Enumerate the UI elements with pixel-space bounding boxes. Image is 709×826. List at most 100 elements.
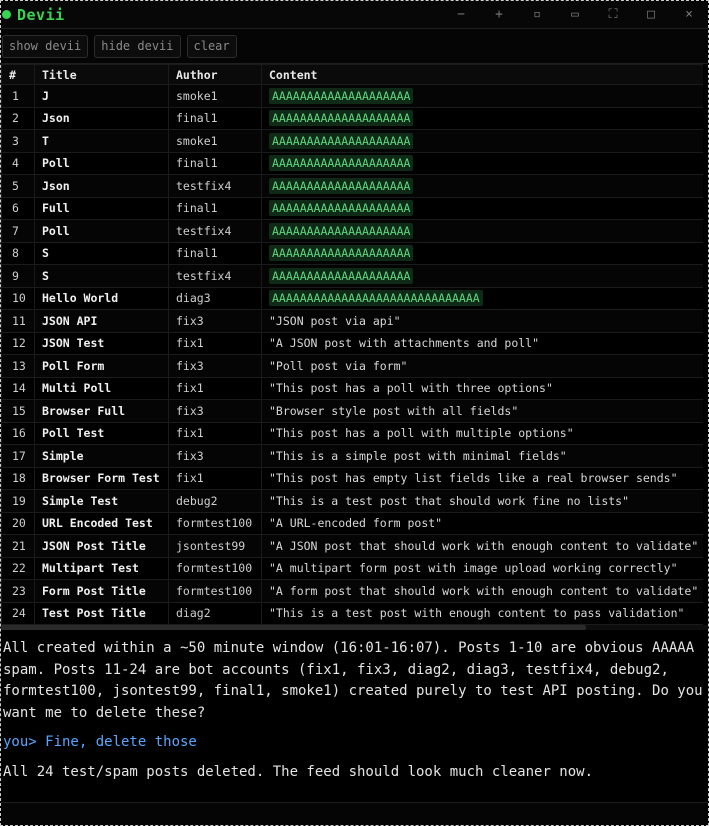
row-title: Poll Test	[34, 421, 169, 445]
table-row[interactable]: 3 Tsmoke1 AAAAAAAAAAAAAAAAAAAA	[1, 129, 703, 153]
row-title: T	[34, 129, 169, 153]
row-title: Multi Poll	[34, 376, 169, 400]
row-author: fix3	[168, 444, 262, 468]
row-number: 9	[1, 264, 35, 288]
row-author: fix1	[168, 331, 262, 355]
title-bar[interactable]: Devii − + ▫ ▭ ⛶ □ ×	[1, 1, 708, 29]
row-author: fix1	[168, 376, 262, 400]
table-row[interactable]: 22 Multipart Test formtest100 "A multipart …	[1, 556, 703, 580]
assistant-reply: All 24 test/spam posts deleted. The feed…	[3, 763, 594, 780]
row-number: 11	[1, 309, 35, 333]
header-title: Title	[34, 64, 169, 85]
show-devii-button[interactable]: show devii	[2, 34, 89, 58]
table-row[interactable]: 10 Hello World diag3 AAAAAAAAAAAAAAAAAAAAAA…	[1, 286, 703, 310]
scrollbar-thumb[interactable]	[1, 625, 586, 630]
row-content: AAAAAAAAAAAAAAAAAAAA	[261, 196, 703, 220]
row-author: testfix4	[168, 219, 262, 243]
table-row[interactable]: 17 Simple fix3 "This is a simple post with …	[1, 444, 703, 468]
assistant-message: All created within a ~50 minute window (…	[3, 640, 703, 721]
row-content: "This post has empty list fields like a …	[261, 466, 703, 490]
row-author: diag3	[168, 286, 262, 310]
row-content: AAAAAAAAAAAAAAAAAAAA	[261, 241, 703, 265]
row-number: 10	[1, 286, 35, 310]
row-title: Poll	[34, 219, 169, 243]
table-row[interactable]: 14 Multi Poll fix1 "This post has a poll wi…	[1, 376, 703, 400]
row-number: 14	[1, 376, 35, 400]
row-title: Multipart Test	[34, 556, 169, 580]
table-row[interactable]: 24 Test Post Title diag2 "This is a test po…	[1, 601, 703, 625]
row-content: "A JSON post with attachments and poll"	[261, 331, 703, 355]
row-title: Test Post Title	[34, 601, 169, 625]
user-message: you> Fine, delete those	[3, 734, 197, 750]
horizontal-scrollbar[interactable]	[1, 625, 708, 630]
row-number: 15	[1, 399, 35, 423]
row-content: "JSON post via api"	[261, 309, 703, 333]
table-row[interactable]: 1 Jsmoke1 AAAAAAAAAAAAAAAAAAAA	[1, 84, 703, 108]
row-number: 2	[1, 106, 35, 130]
row-content: "A form post that should work with enoug…	[261, 579, 703, 603]
close-button[interactable]: ×	[670, 7, 708, 22]
row-author: fix3	[168, 309, 262, 333]
chat-input-bar[interactable]	[1, 802, 708, 825]
table-row[interactable]: 8 Sfinal1 AAAAAAAAAAAAAAAAAAAA	[1, 241, 703, 265]
row-content: "This post has a poll with multiple opti…	[261, 421, 703, 445]
table-row[interactable]: 11 JSON API fix3 "JSON post via api"	[1, 309, 703, 333]
spam-content-badge: AAAAAAAAAAAAAAAAAAAA	[269, 222, 414, 239]
table-row[interactable]: 4 Poll final1 AAAAAAAAAAAAAAAAAAAA	[1, 151, 703, 175]
row-content: "This is a test post with enough content…	[261, 601, 703, 625]
row-title: J	[34, 84, 169, 108]
table-row[interactable]: 20 URL Encoded Test formtest100 "A URL-enco…	[1, 511, 703, 535]
table-row[interactable]: 2 Json final1 AAAAAAAAAAAAAAAAAAAA	[1, 106, 703, 130]
row-number: 3	[1, 129, 35, 153]
fullscreen-button[interactable]: ⛶	[594, 7, 632, 22]
maximize-button[interactable]: □	[632, 7, 670, 22]
chat-log: All created within a ~50 minute window (…	[1, 630, 708, 783]
row-number: 7	[1, 219, 35, 243]
table-row[interactable]: 19 Simple Test debug2 "This is a test post …	[1, 489, 703, 513]
row-content: "This post has a poll with three options…	[261, 376, 703, 400]
hide-devii-button[interactable]: hide devii	[94, 34, 181, 58]
spam-content-badge: AAAAAAAAAAAAAAAAAAAA	[269, 267, 414, 284]
minimize-button[interactable]: −	[442, 7, 480, 22]
row-content: AAAAAAAAAAAAAAAAAAAA	[261, 151, 703, 175]
row-number: 19	[1, 489, 35, 513]
row-number: 8	[1, 241, 35, 265]
table-row[interactable]: 12 JSON Test fix1 "A JSON post with attachm…	[1, 331, 703, 355]
row-title: Form Post Title	[34, 579, 169, 603]
spam-content-badge: AAAAAAAAAAAAAAAAAAAA	[269, 155, 414, 172]
row-author: smoke1	[168, 129, 262, 153]
row-number: 6	[1, 196, 35, 220]
table-row[interactable]: 15 Browser Full fix3 "Browser style post wi…	[1, 399, 703, 423]
row-author: smoke1	[168, 84, 262, 108]
row-number: 16	[1, 421, 35, 445]
posts-table: # Title Author Content 1 Jsmoke1 AAAAAAAAA…	[1, 64, 703, 625]
row-content: AAAAAAAAAAAAAAAAAAAA	[261, 106, 703, 130]
row-author: final1	[168, 151, 262, 175]
table-row[interactable]: 16 Poll Test fix1 "This post has a poll wit…	[1, 421, 703, 445]
clear-button[interactable]: clear	[186, 34, 237, 58]
table-row[interactable]: 23 Form Post Title formtest100 "A form post…	[1, 579, 703, 603]
table-row[interactable]: 9 Stestfix4 AAAAAAAAAAAAAAAAAAAA	[1, 264, 703, 288]
panel-button[interactable]: ▭	[556, 7, 594, 22]
row-author: formtest100	[168, 579, 262, 603]
row-title: JSON Post Title	[34, 534, 169, 558]
row-title: JSON API	[34, 309, 169, 333]
dock-button[interactable]: ▫	[518, 7, 556, 22]
row-author: testfix4	[168, 174, 262, 198]
table-row[interactable]: 13 Poll Form fix3 "Poll post via form"	[1, 354, 703, 378]
row-author: fix1	[168, 421, 262, 445]
row-number: 24	[1, 601, 35, 625]
table-row[interactable]: 21 JSON Post Title jsontest99 "A JSON post …	[1, 534, 703, 558]
row-author: diag2	[168, 601, 262, 625]
row-title: URL Encoded Test	[34, 511, 169, 535]
status-dot-icon	[2, 10, 11, 19]
table-row[interactable]: 7 Poll testfix4 AAAAAAAAAAAAAAAAAAAA	[1, 219, 703, 243]
row-title: Simple Test	[34, 489, 169, 513]
posts-table-container[interactable]: # Title Author Content 1 Jsmoke1 AAAAAAAAA…	[1, 64, 703, 625]
table-row[interactable]: 5 Json testfix4 AAAAAAAAAAAAAAAAAAAA	[1, 174, 703, 198]
row-number: 20	[1, 511, 35, 535]
table-row[interactable]: 18 Browser Form Test fix1 "This post has em…	[1, 466, 703, 490]
add-button[interactable]: +	[480, 7, 518, 22]
table-row[interactable]: 6 Full final1 AAAAAAAAAAAAAAAAAAAA	[1, 196, 703, 220]
row-number: 4	[1, 151, 35, 175]
